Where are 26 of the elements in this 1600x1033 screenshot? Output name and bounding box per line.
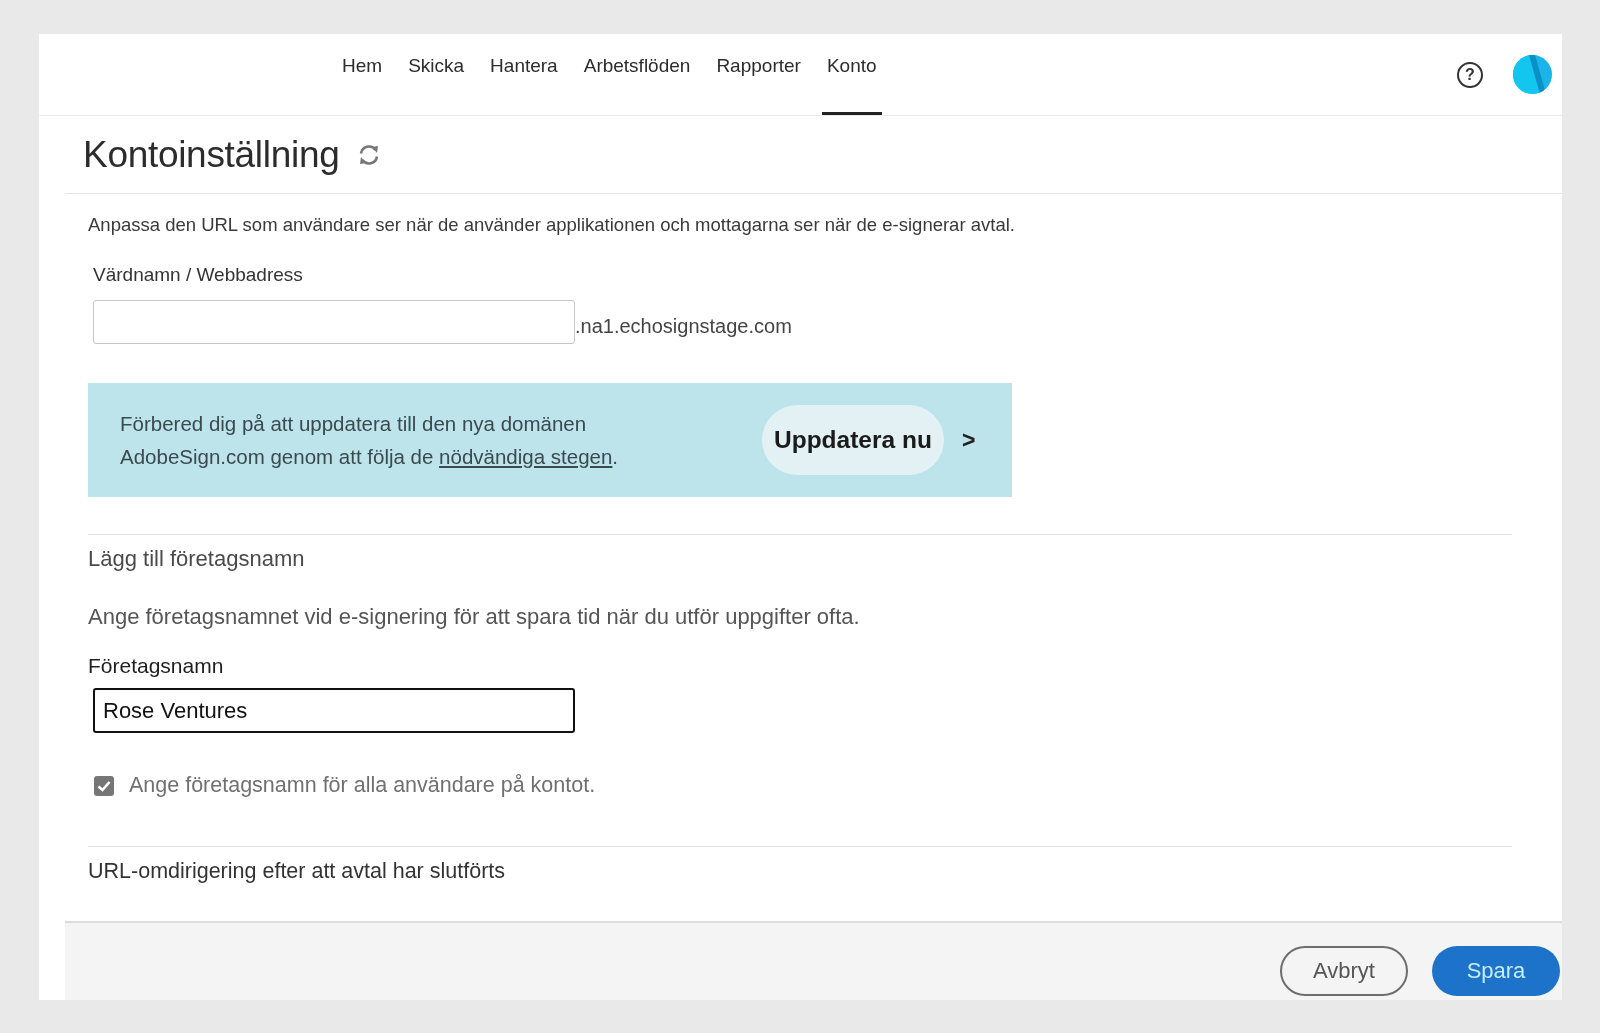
steps-link[interactable]: nödvändiga stegen — [439, 445, 613, 468]
nav-tab[interactable]: Rapporter — [711, 37, 806, 115]
save-button[interactable]: Spara — [1432, 945, 1560, 996]
nav-tab[interactable]: Hantera — [485, 37, 563, 115]
avatar-icon[interactable] — [1513, 55, 1552, 94]
arrow-icon[interactable]: > — [961, 426, 976, 454]
nav-tab[interactable]: Konto — [821, 37, 882, 115]
nav-tab[interactable]: Hem — [337, 37, 388, 115]
page-title: Kontoinställning — [83, 133, 340, 176]
nav-tab[interactable]: Skicka — [403, 37, 470, 115]
company-name-input[interactable]: Rose Ventures — [93, 688, 575, 733]
update-now-button[interactable]: Uppdatera nu — [762, 405, 944, 475]
description-text: Ange företagsnamnet vid e-signering för att spara tid när du utför uppgifter ofta. — [88, 604, 861, 630]
checkbox-label: Ange företagsnamn för alla användare på kontot. — [129, 773, 596, 798]
description-text: Anpassa den URL som användare ser när de använder applikationen och mottagarna ser när de e-signerar avtal. — [88, 214, 1016, 236]
nav-tab[interactable]: Arbetsflöden — [578, 37, 696, 115]
section-heading: URL-omdirigering efter att avtal har slutförts — [88, 859, 507, 884]
field-label: Företagsnamn — [88, 654, 225, 678]
checkbox[interactable] — [94, 775, 114, 796]
domain-suffix: .na1.echosignstage.com — [575, 315, 792, 338]
help-button[interactable]: ? — [1457, 61, 1483, 88]
notice-text: Förbered dig på att uppdatera till den nya domänen AdobeSign.com genom att följa de nödvändiga stegen. — [120, 411, 620, 470]
cancel-button[interactable]: Avbryt — [1280, 945, 1408, 996]
section-heading: Lägg till företagsnamn — [88, 546, 306, 572]
hostname-input[interactable] — [93, 300, 575, 344]
field-label: Värdnamn / Webbadress — [93, 264, 304, 286]
